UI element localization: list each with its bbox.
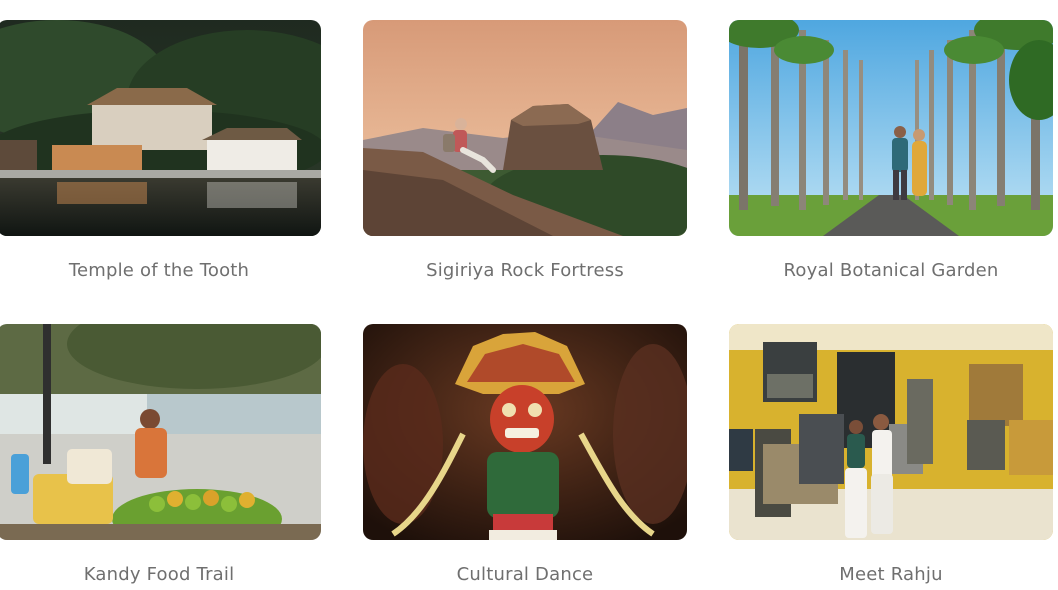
- palm-avenue-image: [729, 20, 1053, 236]
- attraction-card[interactable]: Cultural Dance: [363, 324, 687, 585]
- attraction-title[interactable]: Sigiriya Rock Fortress: [363, 260, 687, 281]
- attraction-photo[interactable]: [363, 20, 687, 236]
- masked-dancer-image: [363, 324, 687, 540]
- attraction-photo[interactable]: [0, 20, 321, 236]
- attraction-card[interactable]: Sigiriya Rock Fortress: [363, 20, 687, 281]
- attraction-title[interactable]: Kandy Food Trail: [0, 564, 321, 585]
- attraction-title[interactable]: Temple of the Tooth: [0, 260, 321, 281]
- food-stall-image: [0, 324, 321, 540]
- attraction-card[interactable]: Kandy Food Trail: [0, 324, 321, 585]
- attraction-photo[interactable]: [363, 324, 687, 540]
- attraction-photo[interactable]: [729, 324, 1053, 540]
- attraction-card[interactable]: Temple of the Tooth: [0, 20, 321, 281]
- sigiriya-rock-image: [363, 20, 687, 236]
- attraction-photo[interactable]: [729, 20, 1053, 236]
- temple-lake-image: [0, 20, 321, 236]
- attraction-title[interactable]: Meet Rahju: [729, 564, 1053, 585]
- attraction-title[interactable]: Royal Botanical Garden: [729, 260, 1053, 281]
- attraction-photo[interactable]: [0, 324, 321, 540]
- attraction-title[interactable]: Cultural Dance: [363, 564, 687, 585]
- attraction-card[interactable]: Meet Rahju: [729, 324, 1053, 585]
- attraction-card[interactable]: Royal Botanical Garden: [729, 20, 1053, 281]
- art-gallery-image: [729, 324, 1053, 540]
